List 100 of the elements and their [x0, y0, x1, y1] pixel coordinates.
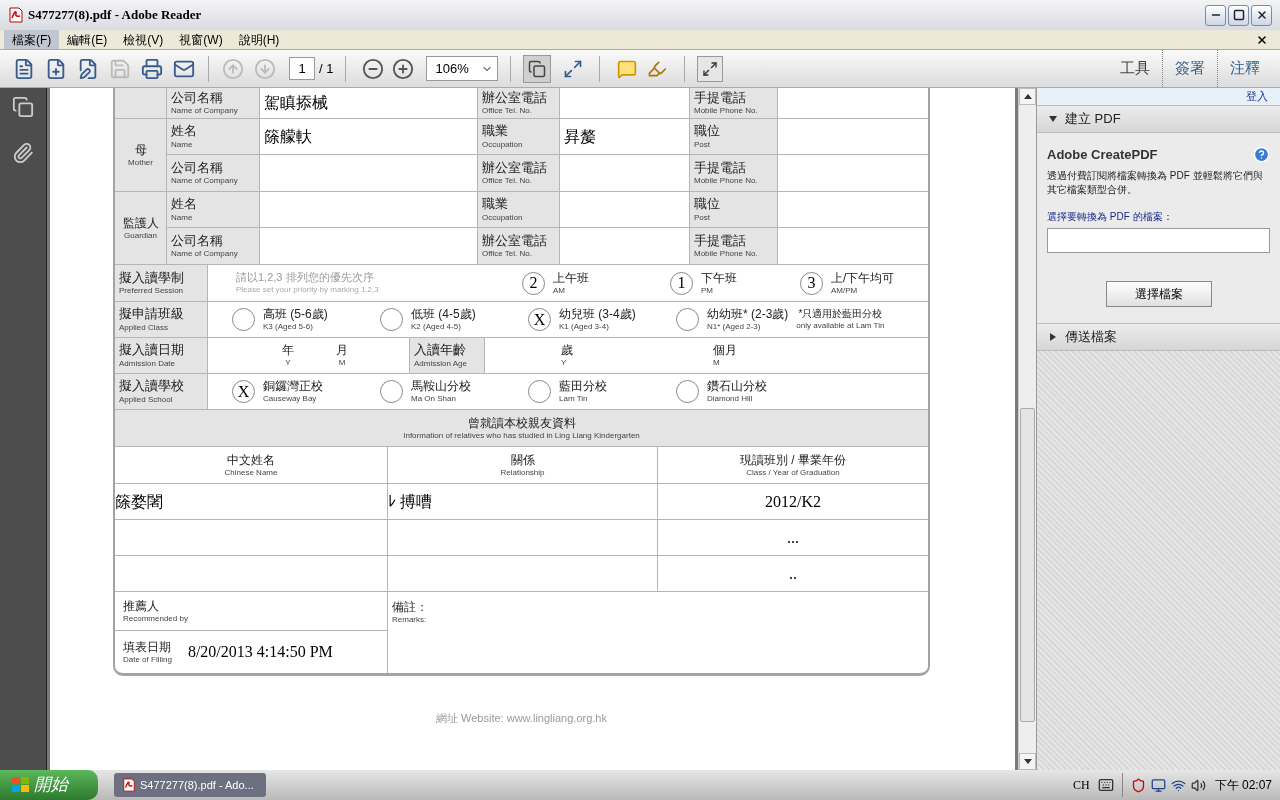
highlighter-icon: [647, 58, 668, 79]
fit-page-button[interactable]: [523, 54, 552, 83]
save-icon: [109, 57, 131, 80]
label-en: Occupation: [482, 139, 524, 150]
document-icon: [13, 57, 35, 80]
section-subtitle: Information of relatives who has studied in Ling Liang Kindergarten: [403, 430, 640, 441]
menu-item[interactable]: 編輯(E): [59, 30, 116, 49]
menu-item[interactable]: 檔案(F): [4, 30, 60, 49]
label-en: Applied Class: [119, 322, 169, 333]
label-zh: 公司名稱: [171, 159, 224, 177]
note-text: *只適用於藍田分校: [798, 308, 883, 321]
panel-description: 透過付費訂閱將檔案轉換為 PDF 並輕鬆將它們與其它檔案類型合併。: [1047, 168, 1264, 197]
label-zh: 擬申請班級: [119, 306, 185, 323]
unit-label: 個月: [713, 343, 737, 358]
option-label: 藍田分校: [559, 379, 607, 394]
maximize-button[interactable]: [1228, 4, 1249, 26]
label-zh: 職業: [482, 123, 509, 140]
option-sublabel: Causeway Bay: [263, 394, 318, 404]
option-sublabel: Ma On Shan: [411, 394, 457, 404]
new-document-icon: [45, 57, 67, 80]
instruction-text: 請以1,2,3 排列您的優先次序: [236, 271, 375, 285]
option-sublabel: K3 (Aged 5-6): [263, 322, 314, 332]
speaker-icon[interactable]: [1190, 777, 1206, 793]
page-total: / 1: [319, 59, 334, 78]
section-toggle[interactable]: 建立 PDF: [1037, 105, 1280, 133]
sign-in-link[interactable]: 登入: [1246, 88, 1268, 105]
choose-file-button[interactable]: 選擇檔案: [1105, 280, 1212, 307]
zoom-field[interactable]: 106%: [426, 56, 499, 81]
fit-width-icon: [563, 58, 584, 79]
scroll-down-icon[interactable]: [1023, 759, 1032, 764]
start-button[interactable]: 開始: [0, 770, 98, 800]
menu-item[interactable]: 說明(H): [230, 30, 288, 49]
label-zh: 職位: [694, 123, 721, 140]
attachment-icon[interactable]: [12, 142, 34, 164]
shield-icon[interactable]: [1130, 777, 1146, 793]
label-en: Post: [694, 212, 711, 223]
label-zh: 手提電話: [694, 159, 747, 177]
help-icon[interactable]: [1253, 146, 1270, 164]
language-indicator[interactable]: CH: [1072, 776, 1090, 794]
option-label: 馬鞍山分校: [411, 379, 471, 394]
label-en: Preferred Session: [119, 286, 185, 297]
taskbar-button[interactable]: S477277(8).pdf - Ado...: [114, 773, 266, 797]
label-zh: 擬入讀學制: [119, 269, 185, 287]
label-zh: 擬入讀學校: [119, 378, 185, 395]
table-cell: ...: [658, 520, 928, 556]
option-sublabel: PM: [701, 285, 714, 296]
pages-icon[interactable]: [12, 96, 34, 118]
scroll-thumb[interactable]: [1020, 408, 1035, 722]
label-zh: 公司名稱: [171, 89, 224, 107]
menu-item[interactable]: 視窗(W): [171, 30, 231, 49]
option-mark: X: [533, 311, 546, 328]
unit-label: 月: [336, 343, 348, 358]
option-label: 高班 (5-6歲): [263, 307, 328, 322]
expanded-triangle-icon: [1049, 115, 1057, 123]
section-toggle[interactable]: 傳送檔案: [1037, 322, 1280, 351]
label-en: Occupation: [482, 212, 524, 223]
scroll-up-icon[interactable]: [1023, 94, 1032, 99]
full-screen-button[interactable]: [697, 55, 724, 82]
scrollbar[interactable]: [1018, 88, 1036, 770]
minimize-button[interactable]: [1205, 4, 1226, 26]
option-label: 上/下午均可: [831, 270, 895, 286]
label-zh: 手提電話: [694, 232, 747, 250]
group-label: 監護人: [122, 215, 159, 231]
close-button[interactable]: [1251, 4, 1272, 26]
close-document-icon[interactable]: [1256, 33, 1268, 46]
column-title: 中文姓名: [227, 452, 275, 468]
menu-item[interactable]: 檢視(V): [115, 30, 172, 49]
monitor-icon[interactable]: [1150, 777, 1166, 793]
label-en: Name: [171, 139, 194, 150]
field-value: 駕瞋掭械: [264, 93, 328, 113]
column-title: 現讀班別 / 畢業年份: [740, 452, 846, 468]
option-mark: X: [237, 383, 250, 400]
label-en: Post: [694, 139, 711, 150]
zoom-value: 106%: [434, 59, 470, 78]
collapsed-triangle-icon: [1049, 332, 1057, 341]
label-en: Applied School: [119, 394, 174, 405]
panel-tab[interactable]: 注釋: [1217, 50, 1272, 87]
unit-sublabel: M: [713, 358, 720, 368]
zoom-out-icon: [362, 57, 385, 80]
maximize-icon: [1232, 9, 1245, 21]
table-cell: ﾚ 搏嘈: [388, 484, 658, 520]
label-en: Admission Age: [414, 358, 468, 369]
pdf-icon: [8, 7, 24, 23]
expand-icon: [702, 60, 719, 77]
option-sublabel: AM: [553, 285, 566, 296]
keyboard-icon[interactable]: [1097, 777, 1114, 793]
option-label: 幼幼班* (2-3歲): [707, 307, 789, 322]
table-cell: 2012/K2: [658, 484, 928, 520]
panel-tab[interactable]: 工具: [1108, 50, 1162, 87]
option-label: 銅鑼灣正校: [263, 379, 323, 394]
pdf-icon: [122, 778, 136, 792]
page-number-field[interactable]: 1: [289, 57, 315, 80]
panel-tab[interactable]: 簽署: [1162, 50, 1217, 87]
field-value: 8/20/2013 4:14:50 PM: [187, 642, 333, 662]
file-field[interactable]: [1047, 227, 1270, 253]
unit-sublabel: Y: [561, 358, 567, 368]
label-zh: 公司名稱: [171, 232, 224, 250]
section-title: 曾就讀本校親友資料: [467, 415, 576, 431]
network-icon[interactable]: [1170, 777, 1186, 793]
windows-logo-icon: [12, 777, 30, 793]
